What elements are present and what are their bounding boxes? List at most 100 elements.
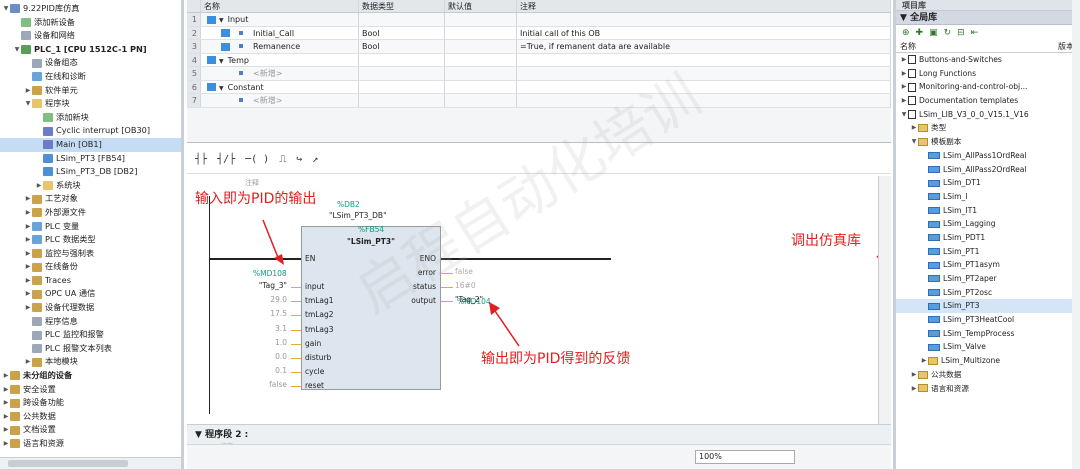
expand-arrow-icon[interactable]: ▶: [900, 67, 908, 81]
datatype-cell[interactable]: [359, 80, 445, 93]
fb-input-value[interactable]: false: [227, 380, 287, 389]
network-2-header[interactable]: ▼ 程序段 2 :注释: [187, 424, 891, 450]
ladder-tool-button[interactable]: ↪: [296, 154, 302, 165]
library-item[interactable]: ▶ 公共数据: [896, 368, 1080, 382]
datatype-cell[interactable]: [359, 67, 445, 80]
ladder-vertical-scrollbar[interactable]: [878, 176, 891, 424]
default-cell[interactable]: [445, 40, 517, 53]
new-library-icon[interactable]: ✚: [916, 28, 924, 38]
default-cell[interactable]: [445, 94, 517, 107]
fb-input-value[interactable]: 3.1: [227, 324, 287, 333]
comment-cell[interactable]: =True, if remanent data are available: [517, 40, 891, 53]
comment-cell[interactable]: [517, 13, 891, 26]
expand-arrow-icon[interactable]: ▼: [24, 97, 32, 111]
library-item[interactable]: LSim_PT3: [896, 299, 1080, 314]
network-2-collapse-icon[interactable]: ▼: [195, 430, 205, 440]
expand-arrow-icon[interactable]: ▶: [35, 179, 43, 193]
library-item[interactable]: ▶ Monitoring-and-control-obj...: [896, 80, 1080, 94]
tree-item[interactable]: ▼ 程序块: [0, 97, 181, 111]
default-cell[interactable]: [445, 80, 517, 93]
library-item[interactable]: LSim_PDT1: [896, 231, 1080, 245]
library-item[interactable]: LSim_DT1: [896, 176, 1080, 190]
expand-arrow-icon[interactable]: ▶: [24, 220, 32, 234]
tree-item[interactable]: 程序信息: [0, 315, 181, 329]
library-item[interactable]: ▶ Documentation templates: [896, 94, 1080, 108]
tree-item[interactable]: ▶ 语言和资源: [0, 437, 181, 451]
tree-item[interactable]: ▶ Traces: [0, 274, 181, 288]
expand-arrow-icon[interactable]: ▶: [2, 423, 10, 437]
var-name-cell[interactable]: Remanence: [201, 40, 359, 53]
interface-row[interactable]: 4 ▼ Temp: [187, 53, 891, 67]
function-block-lsim-pt3[interactable]: %FB54 "LSim_PT3" EN ENO input tmLag1 tmLag…: [301, 225, 441, 390]
library-item[interactable]: ▶ 语言和资源: [896, 382, 1080, 396]
scrollbar-thumb[interactable]: [8, 460, 128, 467]
interface-row[interactable]: 7 <新增>: [187, 94, 891, 108]
library-item[interactable]: LSim_AllPass2OrdReal: [896, 163, 1080, 177]
tree-item[interactable]: ▼ PLC_1 [CPU 1512C-1 PN]: [0, 43, 181, 57]
tree-item[interactable]: PLC 报警文本列表: [0, 342, 181, 356]
var-name-cell[interactable]: ▼ Input: [201, 13, 359, 26]
interface-row[interactable]: 2 Initial_Call Bool Initial call of this OB: [187, 26, 891, 40]
tree-item[interactable]: LSim_PT3_DB [DB2]: [0, 165, 181, 179]
expand-arrow-icon[interactable]: ▶: [24, 301, 32, 315]
pin-icon[interactable]: ⇤: [971, 28, 979, 38]
tree-item[interactable]: 设备组态: [0, 56, 181, 70]
var-name-cell[interactable]: <新增>: [201, 94, 359, 107]
tree-item[interactable]: LSim_PT3 [FB54]: [0, 152, 181, 166]
library-item[interactable]: ▶ Buttons-and-Switches: [896, 53, 1080, 67]
expand-arrow-icon[interactable]: ▼: [2, 2, 10, 16]
library-item[interactable]: ▶ LSim_Multizone: [896, 354, 1080, 368]
section-collapse-icon[interactable]: ▼: [219, 55, 224, 67]
expand-arrow-icon[interactable]: ▶: [2, 410, 10, 424]
tree-item[interactable]: Main [OB1]: [0, 137, 181, 152]
library-item[interactable]: LSim_AllPass1OrdReal: [896, 149, 1080, 163]
library-item[interactable]: LSim_Valve: [896, 340, 1080, 354]
default-cell[interactable]: [445, 53, 517, 66]
expand-arrow-icon[interactable]: ▶: [900, 53, 908, 67]
interface-row[interactable]: 3 Remanence Bool =True, if remanent data ar…: [187, 40, 891, 54]
tree-item[interactable]: ▶ 未分组的设备: [0, 369, 181, 383]
col-header-default[interactable]: 默认值: [445, 0, 517, 12]
library-item[interactable]: LSim_PT3HeatCool: [896, 313, 1080, 327]
expand-arrow-icon[interactable]: ▶: [920, 354, 928, 368]
section-collapse-icon[interactable]: ▼: [219, 14, 224, 26]
var-name-cell[interactable]: ▼ Temp: [201, 53, 359, 67]
expand-arrow-icon[interactable]: ▶: [24, 247, 32, 261]
datatype-cell[interactable]: [359, 94, 445, 107]
tree-item[interactable]: ▶ 文档设置: [0, 423, 181, 437]
tree-item[interactable]: ▶ 本地模块: [0, 355, 181, 369]
tree-item[interactable]: ▶ 外部源文件: [0, 206, 181, 220]
comment-cell[interactable]: [517, 67, 891, 80]
library-tool-icon[interactable]: ⊟: [957, 28, 965, 38]
library-item[interactable]: LSim_TempProcess: [896, 327, 1080, 341]
save-library-icon[interactable]: ▣: [929, 28, 938, 38]
library-item[interactable]: ▼ LSim_LIB_V3_0_0_V15.1_V16: [896, 108, 1080, 122]
tree-item[interactable]: ▶ PLC 数据类型: [0, 233, 181, 247]
expand-arrow-icon[interactable]: ▼: [13, 43, 21, 57]
expand-arrow-icon[interactable]: ▼: [910, 135, 918, 149]
interface-row[interactable]: 1 ▼ Input: [187, 13, 891, 27]
fb-output-value[interactable]: "Tag_2": [455, 295, 483, 304]
col-header-name[interactable]: 名称: [201, 0, 359, 12]
expand-arrow-icon[interactable]: ▶: [900, 80, 908, 94]
tree-item[interactable]: ▶ PLC 变量: [0, 220, 181, 234]
expand-arrow-icon[interactable]: ▶: [2, 437, 10, 451]
tree-item[interactable]: 在线和诊断: [0, 70, 181, 84]
var-name-cell[interactable]: <新增>: [201, 67, 359, 80]
ladder-tool-button[interactable]: ┤/├: [217, 154, 235, 165]
library-item[interactable]: LSim_PT1asym: [896, 258, 1080, 272]
tree-item[interactable]: 添加新块: [0, 111, 181, 125]
expand-arrow-icon[interactable]: ▶: [910, 121, 918, 135]
default-cell[interactable]: [445, 13, 517, 26]
network-comment[interactable]: 注释: [245, 178, 259, 188]
var-name-cell[interactable]: Initial_Call: [201, 26, 359, 39]
tree-item[interactable]: ▶ 系统块: [0, 179, 181, 193]
ladder-tool-button[interactable]: ┤├: [195, 154, 207, 165]
expand-arrow-icon[interactable]: ▶: [24, 287, 32, 301]
ladder-tool-button[interactable]: ─( ): [245, 154, 269, 165]
tree-item[interactable]: ▶ 安全设置: [0, 383, 181, 397]
expand-arrow-icon[interactable]: ▶: [910, 368, 918, 382]
expand-arrow-icon[interactable]: ▶: [2, 396, 10, 410]
tree-item[interactable]: ▶ 设备代理数据: [0, 301, 181, 315]
expand-arrow-icon[interactable]: ▶: [24, 192, 32, 206]
